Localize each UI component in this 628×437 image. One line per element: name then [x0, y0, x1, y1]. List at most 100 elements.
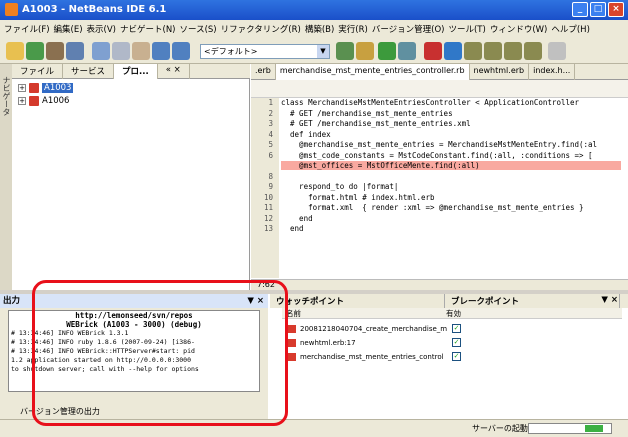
- tree-item-a1003[interactable]: + A1003: [18, 83, 74, 93]
- column-enabled[interactable]: 有効: [442, 308, 461, 318]
- tab-projects[interactable]: プロ...: [114, 64, 158, 79]
- enabled-checkbox[interactable]: ✓: [452, 324, 461, 333]
- breakpoint-row[interactable]: newhtml.erb:17 ✓: [288, 338, 461, 347]
- menu-bar: ファイル(F) 編集(E) 表示(V) ナビゲート(N) ソース(S) リファク…: [0, 20, 628, 38]
- output-console[interactable]: http://lemonseed/svn/repos WEBrick (A100…: [8, 310, 260, 392]
- breakpoint-row[interactable]: merchandise_mst_mente_entries_control ✓: [288, 352, 461, 361]
- cursor-position: 7:62: [257, 280, 275, 289]
- stop-icon[interactable]: [424, 42, 442, 60]
- panel-controls[interactable]: « ×: [158, 64, 190, 79]
- step-out-icon[interactable]: [504, 42, 522, 60]
- netbeans-icon: [5, 3, 18, 16]
- title-bar: A1003 - NetBeans IDE 6.1 _ □ ×: [0, 0, 628, 20]
- maximize-button[interactable]: □: [590, 2, 606, 17]
- clean-build-icon[interactable]: [356, 42, 374, 60]
- tab-services[interactable]: サービス: [63, 64, 115, 79]
- chevron-down-icon: ▼: [317, 45, 329, 58]
- menu-window[interactable]: ウィンドウ(W): [490, 23, 548, 35]
- navigator-strip[interactable]: ナビゲータ: [0, 64, 12, 290]
- step-over-icon[interactable]: [464, 42, 482, 60]
- output-header: 出力 ▼ ×: [0, 294, 268, 308]
- code-line: format.html # index.html.erb: [281, 192, 435, 202]
- enabled-checkbox[interactable]: ✓: [452, 352, 461, 361]
- tab-breakpoints[interactable]: ブレークポイント: [445, 294, 620, 308]
- line-number: 6: [268, 150, 273, 160]
- menu-source[interactable]: ソース(S): [180, 23, 217, 35]
- new-file-icon[interactable]: [6, 42, 24, 60]
- output-tab-title: WEBrick (A1003 - 3000) (debug): [66, 320, 202, 329]
- minimize-button[interactable]: _: [572, 2, 588, 17]
- menu-file[interactable]: ファイル(F): [4, 23, 50, 35]
- code-line: # GET /merchandise_mst_mente_entries: [281, 108, 453, 118]
- step-into-icon[interactable]: [484, 42, 502, 60]
- run-icon[interactable]: [378, 42, 396, 60]
- code-line: @mst_code_constants = MstCodeConstant.fi…: [281, 150, 593, 160]
- tab-watches[interactable]: ウォッチポイント: [270, 294, 445, 308]
- breakpoint-icon: [288, 352, 296, 361]
- open-project-icon[interactable]: [46, 42, 64, 60]
- breakpoint-row[interactable]: 20081218040704_create_merchandise_m ✓: [288, 324, 461, 333]
- menu-edit[interactable]: 編集(E): [54, 23, 83, 35]
- copy-icon[interactable]: [112, 42, 130, 60]
- close-button[interactable]: ×: [608, 2, 624, 17]
- enabled-checkbox[interactable]: ✓: [452, 338, 461, 347]
- menu-versioning[interactable]: バージョン管理(O): [372, 23, 445, 35]
- output-url: http://lemonseed/svn/repos: [75, 311, 193, 320]
- menu-view[interactable]: 表示(V): [87, 23, 116, 35]
- tree-item-a1006[interactable]: + A1006: [18, 96, 69, 106]
- build-icon[interactable]: [336, 42, 354, 60]
- editor-tab-index[interactable]: index.h...: [529, 64, 576, 80]
- watch-controls[interactable]: ▼ ×: [595, 294, 624, 306]
- code-editor[interactable]: .erb merchandise_mst_mente_entries_contr…: [251, 64, 628, 290]
- output-line: # 13:34:46] INFO WEBrick 1.3.1: [11, 329, 129, 337]
- undo-icon[interactable]: [152, 42, 170, 60]
- debug-icon[interactable]: [398, 42, 416, 60]
- menu-build[interactable]: 構築(B): [305, 23, 334, 35]
- config-select[interactable]: <デフォルト> ▼: [200, 44, 330, 59]
- tab-files[interactable]: ファイル: [12, 64, 64, 79]
- code-line: respond_to do |format|: [281, 182, 399, 191]
- editor-tab-erb[interactable]: .erb: [251, 64, 276, 80]
- breakpoint-line: @mst_offices = MstOfficeMente.find(:all): [281, 161, 621, 170]
- column-name[interactable]: 名前: [282, 308, 442, 318]
- paste-icon[interactable]: [132, 42, 150, 60]
- memory-gauge-icon[interactable]: [548, 42, 566, 60]
- cut-icon[interactable]: [92, 42, 110, 60]
- menu-refactor[interactable]: リファクタリング(R): [221, 23, 301, 35]
- output-title: 出力: [3, 296, 21, 306]
- output-controls[interactable]: ▼ ×: [247, 294, 264, 308]
- progress-fill: [585, 425, 604, 432]
- breakpoint-name: merchandise_mst_mente_entries_control: [300, 352, 444, 361]
- run-to-cursor-icon[interactable]: [524, 42, 542, 60]
- menu-tools[interactable]: ツール(T): [448, 23, 485, 35]
- menu-help[interactable]: ヘルプ(H): [551, 23, 590, 35]
- tree-label: A1006: [42, 96, 70, 106]
- pause-icon[interactable]: [444, 42, 462, 60]
- code-line: def index: [281, 129, 331, 139]
- line-number: 2: [268, 108, 273, 118]
- line-number: 13: [263, 224, 273, 233]
- code-line: class MerchandiseMstMenteEntriesControll…: [281, 98, 580, 107]
- save-icon[interactable]: [66, 42, 84, 60]
- versioning-output-tab[interactable]: バージョン管理の出力: [20, 406, 100, 417]
- output-line: # 13:34:46] INFO WEBrick::HTTPServer#sta…: [11, 347, 195, 355]
- line-number: 10: [263, 192, 273, 202]
- new-project-icon[interactable]: [26, 42, 44, 60]
- line-number: 1: [268, 98, 273, 107]
- line-number: 3: [268, 119, 273, 128]
- expand-icon[interactable]: +: [18, 97, 26, 105]
- horizontal-scrollbar[interactable]: 7:62: [251, 279, 628, 290]
- line-number: 11: [263, 203, 273, 212]
- ruby-project-icon: [29, 96, 39, 106]
- line-number: 8: [268, 171, 273, 181]
- output-panel: 出力 ▼ × http://lemonseed/svn/repos WEBric…: [0, 294, 268, 419]
- editor-tab-newhtml[interactable]: newhtml.erb: [470, 64, 530, 80]
- menu-navigate[interactable]: ナビゲート(N): [120, 23, 176, 35]
- output-line: # 13:34:46] INFO ruby 1.8.6 (2007-09-24)…: [11, 338, 195, 346]
- editor-tab-controller[interactable]: merchandise_mst_mente_entries_controller…: [275, 64, 470, 80]
- expand-icon[interactable]: +: [18, 84, 26, 92]
- breakpoint-icon: [288, 338, 296, 347]
- redo-icon[interactable]: [172, 42, 190, 60]
- progress-bar: [528, 423, 612, 434]
- menu-run[interactable]: 実行(R): [338, 23, 368, 35]
